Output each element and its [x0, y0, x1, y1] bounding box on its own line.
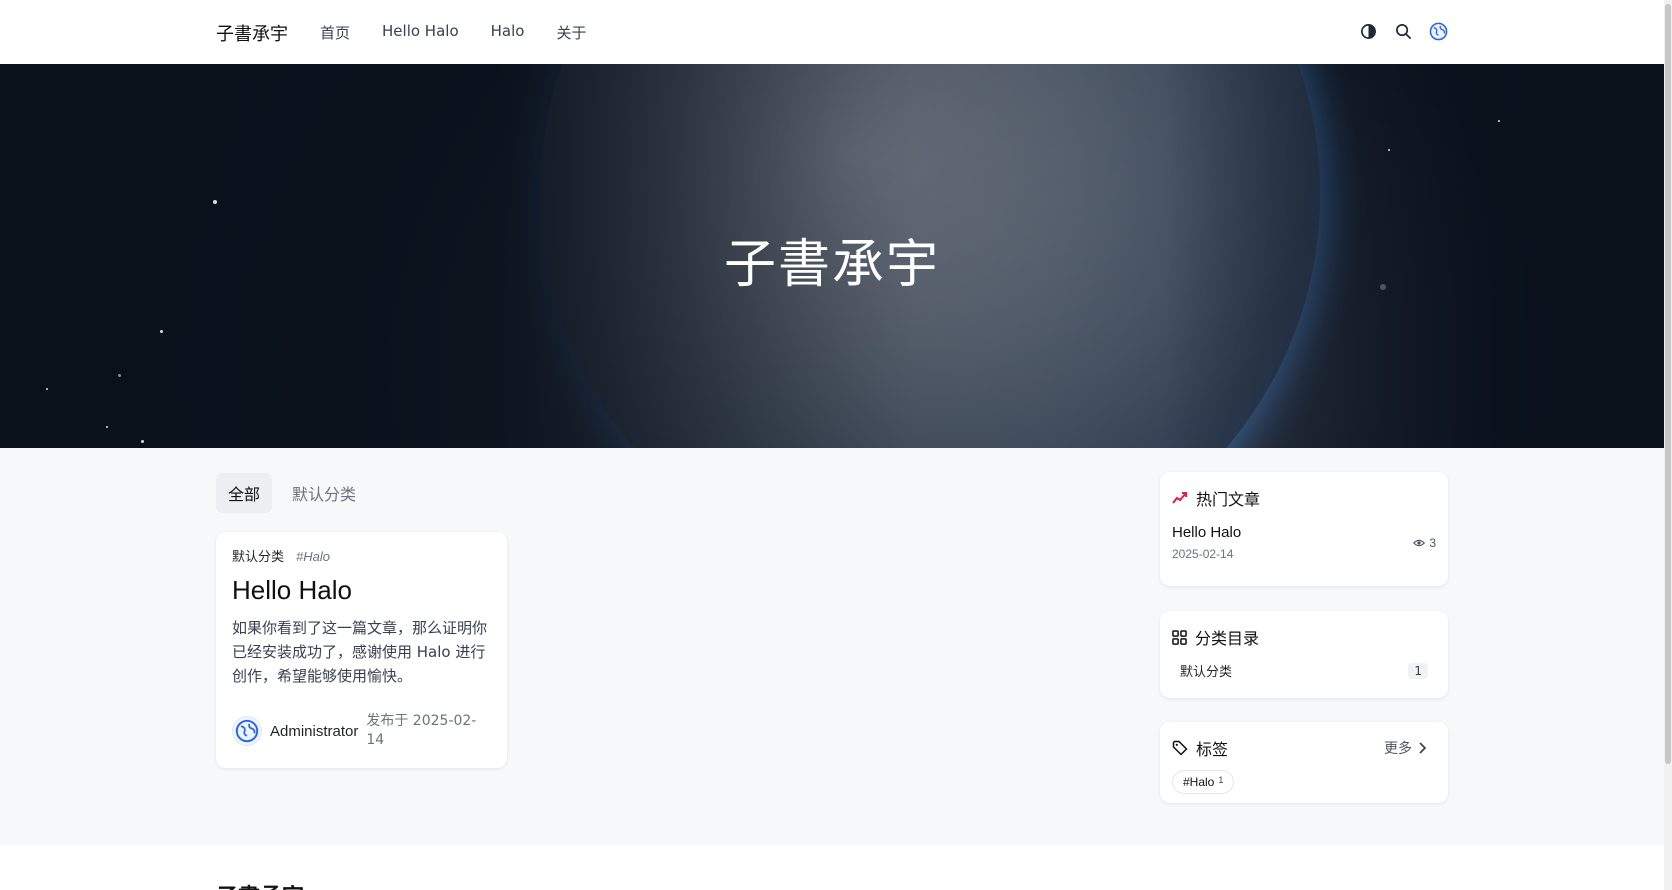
- tab-all[interactable]: 全部: [216, 473, 273, 513]
- post-tag[interactable]: #Halo: [296, 549, 330, 564]
- nav-item-home[interactable]: 首页: [320, 22, 350, 43]
- search-icon[interactable]: [1393, 21, 1414, 42]
- post-title[interactable]: Hello Halo: [232, 575, 491, 606]
- categories-title: 分类目录: [1195, 629, 1260, 648]
- post-category[interactable]: 默认分类: [232, 546, 284, 565]
- nav-item-about[interactable]: 关于: [556, 22, 586, 43]
- star: [1498, 120, 1500, 122]
- nav-item-halo[interactable]: Halo: [491, 22, 525, 43]
- grid-icon: [1172, 629, 1187, 645]
- post-meta: 默认分类 #Halo: [232, 546, 491, 565]
- hot-post-title[interactable]: Hello Halo: [1172, 524, 1436, 541]
- chevron-right-icon: [1419, 742, 1427, 754]
- category-count: 1: [1408, 662, 1428, 679]
- star: [118, 374, 121, 377]
- tags-widget: 标签 更多 #Halo 1: [1160, 722, 1448, 803]
- star: [1388, 149, 1390, 151]
- more-label[interactable]: 更多: [1384, 738, 1412, 758]
- tag-chip-count: 1: [1218, 775, 1224, 785]
- tag-chip-label: #Halo: [1183, 775, 1215, 789]
- star: [46, 388, 48, 390]
- category-name[interactable]: 默认分类: [1180, 661, 1232, 680]
- more-tags-link[interactable]: 更多: [1384, 738, 1428, 758]
- site-header: 子書承宇 首页 Hello Halo Halo 关于: [0, 0, 1664, 64]
- scrollbar-thumb[interactable]: [1665, 4, 1671, 764]
- main-nav: 首页 Hello Halo Halo 关于: [320, 22, 586, 43]
- hot-posts-widget: 热门文章 Hello Halo 2025-02-14 3: [1160, 472, 1448, 586]
- footer-brand: 子書承宇: [216, 879, 304, 890]
- site-brand[interactable]: 子書承宇: [216, 20, 288, 46]
- nav-item-hello-halo[interactable]: Hello Halo: [382, 22, 459, 43]
- star: [106, 426, 108, 428]
- page-scrollbar[interactable]: [1664, 0, 1672, 890]
- category-tabs: 全部 默认分类: [216, 473, 368, 513]
- tag-icon: [1172, 740, 1188, 756]
- view-count: 3: [1413, 536, 1436, 550]
- category-item[interactable]: 默认分类 1: [1172, 661, 1436, 680]
- star: [141, 440, 144, 443]
- eye-icon: [1413, 539, 1426, 547]
- hot-posts-title: 热门文章: [1196, 490, 1261, 509]
- hero-banner: 子書承宇: [0, 64, 1664, 448]
- star: [213, 200, 217, 204]
- categories-widget: 分类目录 默认分类 1: [1160, 611, 1448, 698]
- hero-title: 子書承宇: [723, 235, 940, 295]
- hot-post-date: 2025-02-14: [1172, 547, 1234, 561]
- avatar[interactable]: [232, 716, 262, 746]
- tag-chip[interactable]: #Halo 1: [1172, 770, 1235, 794]
- widget-title: 分类目录: [1172, 625, 1436, 649]
- site-footer: 子書承宇: [0, 845, 1664, 890]
- tab-default-category[interactable]: 默认分类: [280, 473, 368, 513]
- header-actions: [1358, 21, 1449, 42]
- post-excerpt: 如果你看到了这一篇文章，那么证明你已经安装成功了，感谢使用 Halo 进行创作，…: [232, 619, 488, 685]
- trending-icon: [1172, 492, 1187, 504]
- post-card[interactable]: 默认分类 #Halo Hello Halo 如果你看到了这一篇文章，那么证明你已…: [216, 532, 507, 768]
- post-author: Administrator 发布于 2025-02-14: [232, 712, 478, 750]
- globe-icon[interactable]: [1428, 21, 1449, 42]
- theme-toggle-icon[interactable]: [1358, 21, 1379, 42]
- publish-date: 发布于 2025-02-14: [366, 713, 477, 748]
- author-name[interactable]: Administrator: [270, 723, 358, 740]
- view-count-value: 3: [1429, 536, 1436, 550]
- star: [160, 330, 163, 333]
- tags-title: 标签: [1196, 740, 1229, 759]
- widget-title: 热门文章: [1172, 486, 1436, 510]
